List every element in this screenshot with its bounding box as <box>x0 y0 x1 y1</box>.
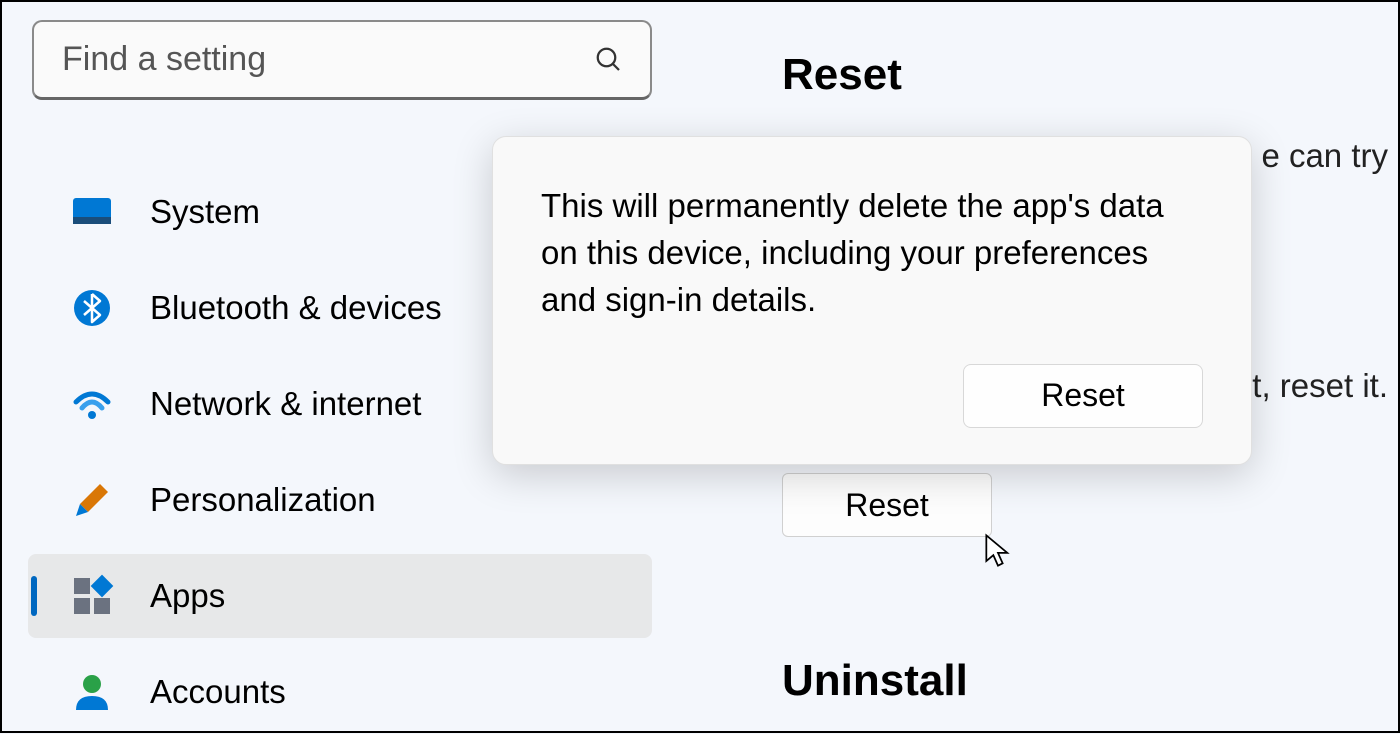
flyout-reset-button[interactable]: Reset <box>963 364 1203 428</box>
bluetooth-icon <box>70 286 114 330</box>
flyout-message: This will permanently delete the app's d… <box>541 183 1203 324</box>
sidebar-item-label: Personalization <box>150 481 376 519</box>
flyout-actions: Reset <box>541 364 1203 428</box>
reset-heading: Reset <box>782 50 1398 100</box>
sidebar-item-label: Bluetooth & devices <box>150 289 442 327</box>
cursor-icon <box>984 533 1012 569</box>
sidebar-item-personalization[interactable]: Personalization <box>28 458 652 542</box>
paintbrush-icon <box>70 478 114 522</box>
sidebar-item-label: Network & internet <box>150 385 421 423</box>
sidebar-item-label: System <box>150 193 260 231</box>
uninstall-heading: Uninstall <box>782 656 968 706</box>
apps-icon <box>70 574 114 618</box>
wifi-icon <box>70 382 114 426</box>
reset-confirmation-flyout: This will permanently delete the app's d… <box>492 136 1252 465</box>
partial-text-mid: t, reset it. <box>1252 367 1388 405</box>
sidebar-item-accounts[interactable]: Accounts <box>28 650 652 734</box>
accounts-icon <box>70 670 114 714</box>
sidebar-item-label: Accounts <box>150 673 286 711</box>
sidebar-item-apps[interactable]: Apps <box>28 554 652 638</box>
search-icon <box>594 45 624 75</box>
partial-text-top: e can try <box>1261 137 1388 175</box>
reset-button[interactable]: Reset <box>782 473 992 537</box>
search-box <box>32 20 652 100</box>
main-content: Reset e can try t, reset it. Reset This … <box>682 20 1398 731</box>
search-input[interactable] <box>32 20 652 100</box>
system-icon <box>70 190 114 234</box>
sidebar-item-label: Apps <box>150 577 225 615</box>
